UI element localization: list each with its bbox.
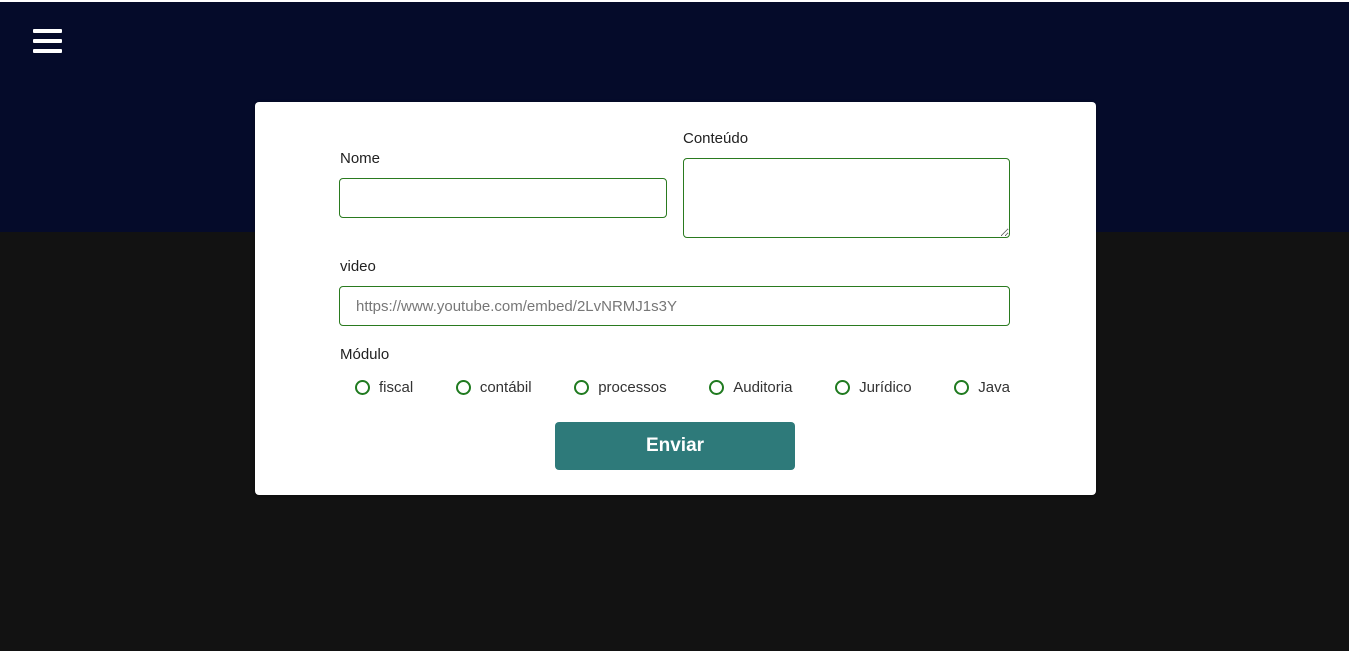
- radio-option-auditoria[interactable]: Auditoria: [709, 379, 792, 396]
- radio-label: Jurídico: [859, 378, 912, 396]
- conteudo-label: Conteúdo: [683, 130, 749, 147]
- radio-option-fiscal[interactable]: fiscal: [355, 379, 413, 396]
- radio-option-processos[interactable]: processos: [574, 378, 667, 396]
- radio-label: Auditoria: [733, 378, 793, 396]
- radio-button[interactable]: [574, 379, 590, 395]
- menu-bar: [33, 39, 62, 43]
- conteudo-textarea[interactable]: [683, 158, 1010, 238]
- video-label: video: [340, 258, 376, 275]
- radio-label: contábil: [479, 378, 532, 396]
- radio-option-juridico[interactable]: Jurídico: [835, 379, 912, 396]
- menu-bar: [33, 49, 62, 53]
- hamburger-menu-icon[interactable]: [33, 28, 63, 56]
- nome-label: Nome: [340, 150, 381, 167]
- modulo-radio-group: fiscal contábil processos Auditoria Jurí…: [355, 376, 1010, 398]
- nome-input[interactable]: [339, 178, 667, 218]
- radio-option-contabil[interactable]: contábil: [455, 378, 532, 396]
- modulo-label: Módulo: [340, 346, 390, 363]
- form-card: Nome Conteúdo video Módulo fiscal contáb…: [255, 102, 1096, 495]
- radio-label: processos: [598, 378, 667, 396]
- radio-option-java[interactable]: Java: [954, 379, 1010, 396]
- radio-label: Java: [978, 378, 1010, 396]
- radio-button[interactable]: [455, 379, 471, 395]
- menu-bar: [33, 29, 62, 33]
- radio-button[interactable]: [835, 379, 851, 395]
- submit-button[interactable]: Enviar: [555, 422, 795, 470]
- radio-button[interactable]: [954, 379, 970, 395]
- radio-button[interactable]: [355, 379, 370, 395]
- video-input[interactable]: [339, 286, 1010, 326]
- radio-label: fiscal: [379, 378, 414, 396]
- radio-button[interactable]: [709, 379, 725, 395]
